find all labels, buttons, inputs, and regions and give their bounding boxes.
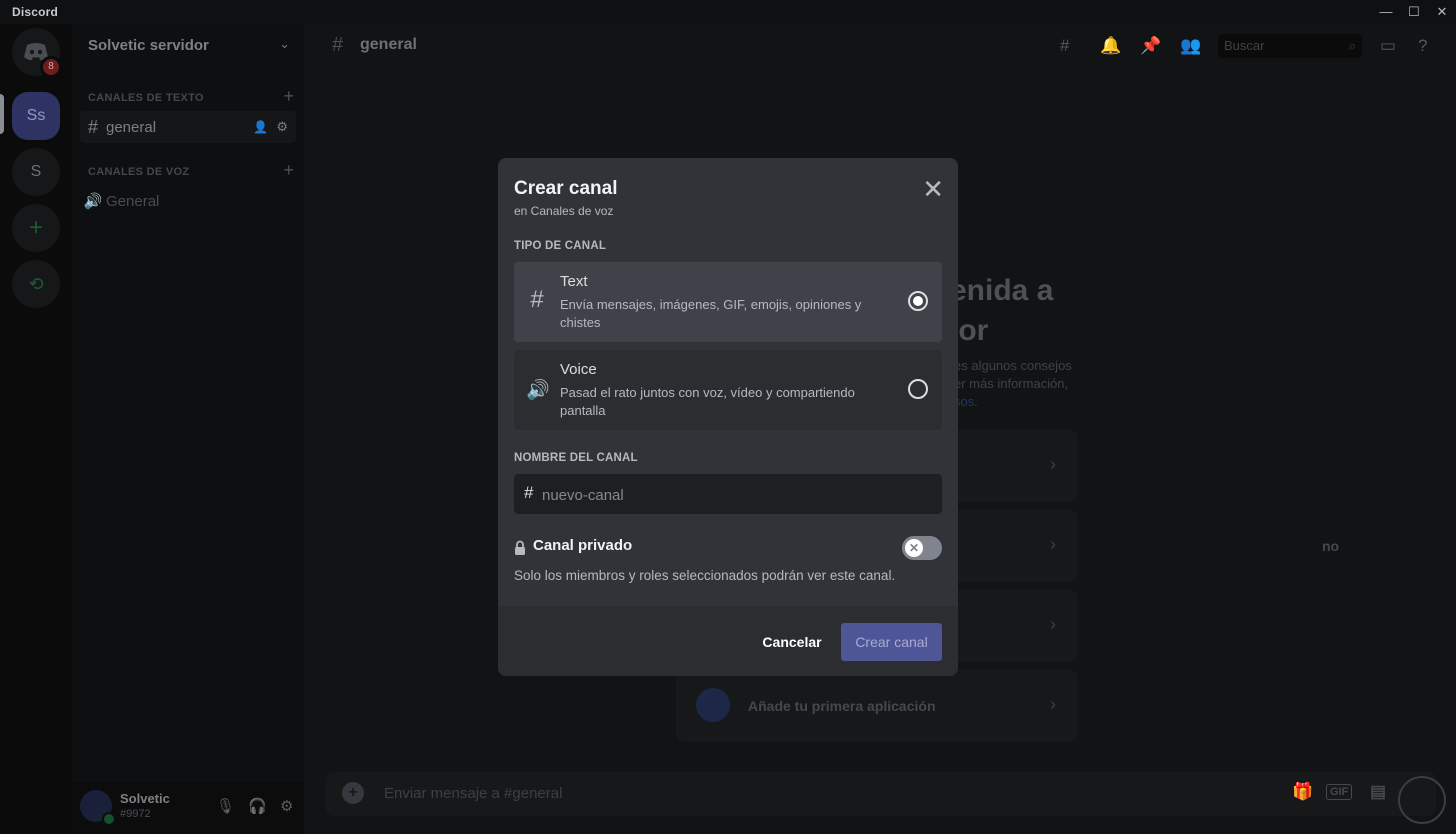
sticker-icon[interactable]: ▤ bbox=[1370, 782, 1386, 802]
minimize-button[interactable]: — bbox=[1372, 3, 1400, 21]
watermark-logo bbox=[1398, 776, 1446, 824]
composer-placeholder: Enviar mensaje a #general bbox=[384, 785, 563, 802]
message-composer[interactable]: + Enviar mensaje a #general 🎁 GIF ▤ bbox=[326, 772, 1436, 816]
window-titlebar: Discord — ☐ ✕ bbox=[0, 0, 1456, 24]
option-title: Text bbox=[560, 273, 588, 290]
speaker-icon: 🔊 bbox=[526, 380, 550, 401]
channel-item-general[interactable]: # general 👤 ⚙ bbox=[80, 111, 296, 143]
speaker-icon: 🔊 bbox=[83, 193, 103, 210]
status-indicator bbox=[102, 812, 116, 826]
server-solvetic[interactable]: Ss bbox=[12, 92, 60, 140]
hash-icon: # bbox=[524, 483, 534, 502]
private-channel-row: Canal privado ✕ bbox=[514, 536, 942, 560]
attach-plus-icon[interactable]: + bbox=[342, 782, 364, 804]
channel-item-voice-general[interactable]: 🔊 General bbox=[80, 185, 296, 217]
channel-name-field[interactable]: # bbox=[514, 474, 942, 516]
search-placeholder: Buscar bbox=[1224, 38, 1265, 53]
invite-icon[interactable]: 👤 bbox=[253, 120, 268, 134]
search-input[interactable]: Buscar ⌕ bbox=[1218, 34, 1362, 58]
welcome-desc-line2: er más información, bbox=[954, 376, 1069, 391]
radio-text[interactable] bbox=[908, 291, 928, 311]
user-tag: #9972 bbox=[120, 808, 151, 820]
channel-header: # general # 🔔 📌 👥 Buscar ⌕ ▭ ? bbox=[304, 24, 1456, 70]
cancel-button[interactable]: Cancelar bbox=[752, 623, 832, 661]
welcome-card-app[interactable]: Añade tu primera aplicación › bbox=[676, 670, 1078, 742]
lock-icon bbox=[515, 540, 525, 555]
channel-title: general bbox=[360, 36, 417, 53]
welcome-desc-line1: es algunos consejos bbox=[954, 358, 1072, 373]
hash-icon: # bbox=[87, 116, 98, 137]
server-name[interactable]: Solvetic servidor bbox=[88, 37, 209, 54]
private-channel-label: Canal privado bbox=[533, 537, 633, 554]
close-icon[interactable]: ✕ bbox=[922, 176, 944, 202]
option-description: Envía mensajes, imágenes, GIF, emojis, o… bbox=[560, 297, 862, 330]
gif-button[interactable]: GIF bbox=[1326, 784, 1353, 800]
chevron-right-icon: › bbox=[1050, 534, 1056, 554]
chevron-right-icon: › bbox=[1050, 694, 1056, 714]
radio-voice[interactable] bbox=[908, 379, 928, 399]
create-channel-button[interactable]: Crear canal bbox=[841, 623, 942, 661]
close-window-button[interactable]: ✕ bbox=[1428, 3, 1456, 21]
chevron-right-icon: › bbox=[1050, 454, 1056, 474]
threads-icon[interactable]: # bbox=[1060, 36, 1069, 56]
settings-icon[interactable]: ⚙ bbox=[280, 797, 293, 815]
hash-icon: # bbox=[332, 34, 344, 56]
channel-label: General bbox=[106, 192, 160, 210]
channel-name-label: NOMBRE DEL CANAL bbox=[514, 452, 638, 464]
create-channel-modal: Crear canal en Canales de voz ✕ TIPO DE … bbox=[498, 158, 958, 676]
bell-icon[interactable]: 🔔 bbox=[1100, 36, 1121, 56]
channel-sidebar: Solvetic servidor ⌄ CANALES DE TEXTO + #… bbox=[72, 24, 304, 834]
explore-servers-button[interactable]: ⟲ bbox=[12, 260, 60, 308]
gear-icon[interactable]: ⚙ bbox=[276, 119, 288, 135]
search-icon: ⌕ bbox=[1348, 38, 1356, 53]
text-category-label[interactable]: CANALES DE TEXTO bbox=[88, 92, 204, 104]
voice-category-label[interactable]: CANALES DE VOZ bbox=[88, 166, 189, 178]
modal-subtitle: en Canales de voz bbox=[514, 204, 614, 218]
members-icon[interactable]: 👥 bbox=[1180, 36, 1201, 56]
option-description: Pasad el rato juntos con voz, vídeo y co… bbox=[560, 385, 855, 418]
add-text-channel-icon[interactable]: + bbox=[283, 86, 294, 107]
hash-icon: # bbox=[530, 286, 544, 313]
option-title: Voice bbox=[560, 361, 597, 378]
home-button[interactable]: 8 bbox=[12, 28, 62, 78]
gift-icon[interactable]: 🎁 bbox=[1292, 782, 1313, 802]
modal-footer: Cancelar Crear canal bbox=[498, 606, 958, 676]
pin-icon[interactable]: 📌 bbox=[1140, 36, 1161, 56]
channel-type-label: TIPO DE CANAL bbox=[514, 240, 607, 252]
channel-label: general bbox=[106, 118, 157, 136]
active-server-indicator bbox=[0, 94, 4, 134]
private-channel-toggle[interactable]: ✕ bbox=[902, 536, 942, 560]
maximize-button[interactable]: ☐ bbox=[1400, 3, 1428, 21]
server-s[interactable]: S bbox=[12, 148, 60, 196]
username: Solvetic bbox=[120, 791, 170, 806]
microphone-icon[interactable]: 🎙 bbox=[216, 797, 235, 815]
x-icon: ✕ bbox=[905, 539, 923, 557]
chevron-right-icon: › bbox=[1050, 614, 1056, 634]
card-label: no bbox=[1322, 538, 1340, 554]
add-server-button[interactable]: + bbox=[12, 204, 60, 252]
welcome-title-line1: enida a bbox=[950, 274, 1054, 307]
channel-name-input[interactable] bbox=[540, 474, 934, 516]
inbox-icon[interactable]: ▭ bbox=[1380, 36, 1396, 56]
headphones-icon[interactable]: 🎧 bbox=[248, 797, 267, 815]
user-panel: Solvetic #9972 🎙 🎧 ⚙ bbox=[72, 782, 304, 834]
add-voice-channel-icon[interactable]: + bbox=[283, 160, 294, 181]
app-illustration-icon bbox=[696, 688, 730, 722]
server-list: 8 Ss S + ⟲ bbox=[0, 24, 72, 834]
chevron-down-icon[interactable]: ⌄ bbox=[279, 36, 290, 52]
channel-type-voice-option[interactable]: 🔊 Voice Pasad el rato juntos con voz, ví… bbox=[514, 350, 942, 430]
notification-badge: 8 bbox=[40, 56, 62, 78]
channel-type-text-option[interactable]: # Text Envía mensajes, imágenes, GIF, em… bbox=[514, 262, 942, 342]
help-icon[interactable]: ? bbox=[1418, 36, 1427, 56]
app-name: Discord bbox=[12, 5, 59, 19]
card-label: Añade tu primera aplicación bbox=[748, 698, 936, 714]
modal-title: Crear canal bbox=[514, 178, 618, 199]
private-channel-description: Solo los miembros y roles seleccionados … bbox=[514, 568, 896, 583]
